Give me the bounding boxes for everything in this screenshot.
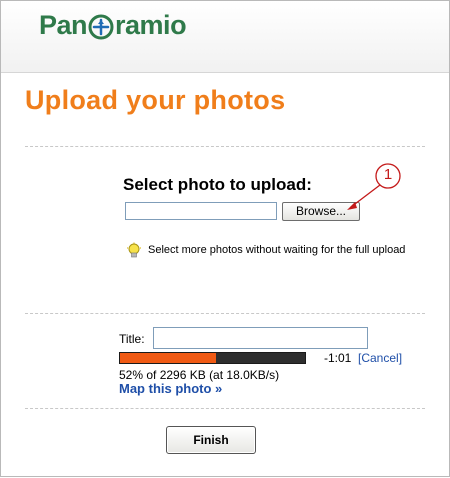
logo-text-prefix: Pan	[39, 10, 88, 40]
page-title: Upload your photos	[25, 85, 286, 115]
select-photo-label: Select photo to upload:	[123, 175, 312, 194]
upload-progress-bar	[119, 352, 306, 364]
cancel-upload-link[interactable]: [Cancel]	[358, 351, 402, 365]
globe-plane-icon	[88, 14, 114, 40]
upload-progress-fill	[120, 353, 217, 363]
callout-number: 1	[383, 166, 393, 183]
cancel-label[interactable]: Cancel	[361, 351, 398, 365]
file-path-field[interactable]	[125, 202, 277, 220]
divider	[25, 313, 425, 314]
divider	[25, 408, 425, 409]
finish-button[interactable]: Finish	[166, 426, 256, 454]
header-bar: Pan ramio	[1, 1, 449, 73]
logo-text-suffix: ramio	[115, 10, 187, 40]
title-label: Title:	[119, 332, 145, 346]
panoramio-logo[interactable]: Pan ramio	[39, 10, 187, 41]
map-this-photo-link[interactable]: Map this photo »	[119, 381, 222, 396]
divider	[25, 146, 425, 147]
browse-button[interactable]: Browse...	[282, 202, 360, 221]
lightbulb-icon	[126, 242, 142, 260]
title-input[interactable]	[153, 327, 368, 349]
time-remaining: -1:01	[324, 351, 352, 365]
tip-text: Select more photos without waiting for t…	[148, 244, 406, 256]
upload-status-text: 52% of 2296 KB (at 18.0KB/s)	[119, 368, 280, 382]
window-frame: Pan ramio Upload your photos Select phot…	[0, 0, 450, 477]
